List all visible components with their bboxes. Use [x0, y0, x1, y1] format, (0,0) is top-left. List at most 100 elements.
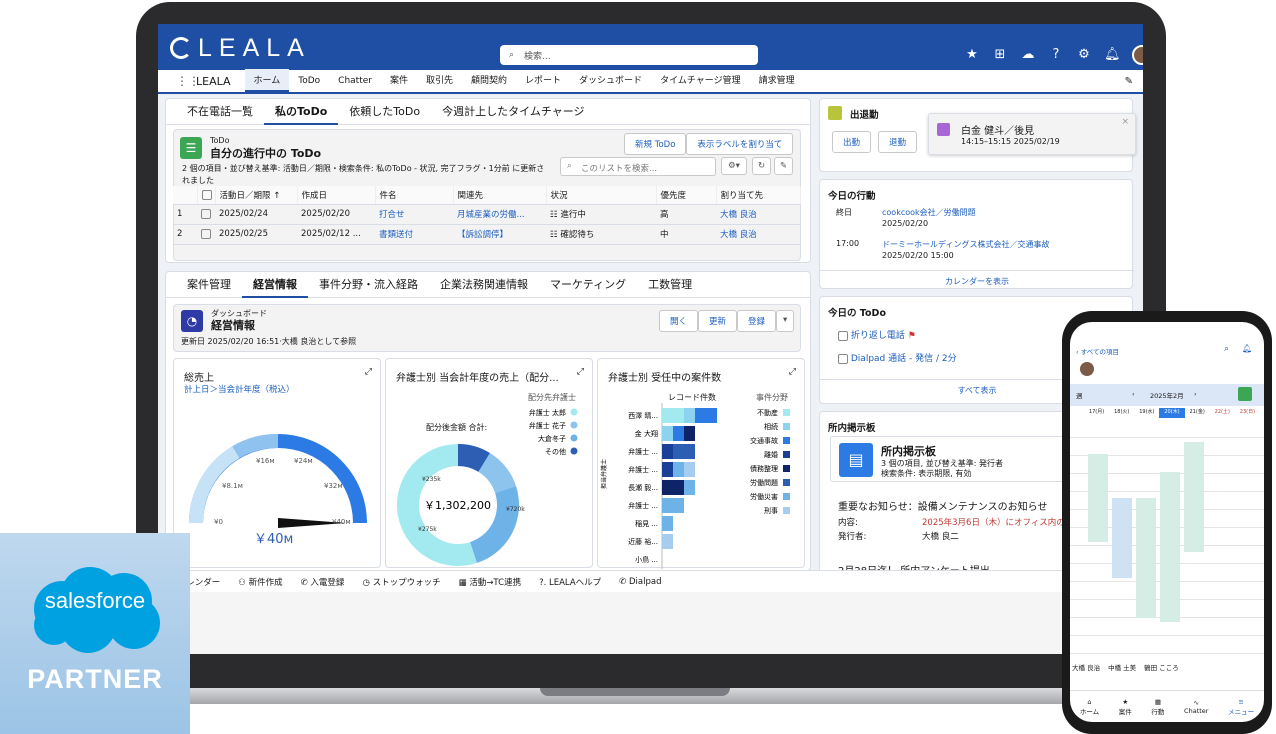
- bell-icon[interactable]: 🔔︎: [1104, 47, 1121, 63]
- phone-event[interactable]: [1088, 454, 1108, 542]
- close-icon[interactable]: ×: [1121, 117, 1129, 127]
- tab-weekly-timecharge[interactable]: 今週計上したタイムチャージ: [431, 99, 595, 125]
- col-subject[interactable]: 件名: [375, 186, 454, 205]
- utility-help[interactable]: ?. LEALAヘルプ: [530, 576, 610, 588]
- open-button[interactable]: 開く: [659, 310, 699, 332]
- calendar-group-icon[interactable]: [1238, 387, 1252, 401]
- utility-new-case[interactable]: ⚇ 新件作成: [229, 576, 291, 588]
- edit-nav-icon[interactable]: ✎: [1125, 76, 1133, 87]
- cell-owner-link[interactable]: 大橋 良治: [716, 224, 801, 245]
- row-checkbox[interactable]: [201, 208, 211, 219]
- phone-day-label[interactable]: 19(水): [1134, 408, 1159, 418]
- expand-icon[interactable]: ⤢: [577, 367, 584, 377]
- nav-billing[interactable]: 請求管理: [750, 69, 804, 93]
- help-icon[interactable]: ?: [1048, 47, 1064, 63]
- phone-tab-events[interactable]: ▦ 行動: [1151, 698, 1164, 716]
- expand-icon[interactable]: ⤢: [365, 367, 372, 377]
- nav-contracts[interactable]: 顧問契約: [462, 69, 516, 93]
- nav-chatter[interactable]: Chatter: [329, 69, 381, 93]
- utility-stopwatch[interactable]: ◷ ストップウォッチ: [353, 576, 449, 588]
- utility-activity-tc[interactable]: ▦ 活動→TC連携: [450, 576, 531, 588]
- tab-my-todo[interactable]: 私のToDo: [264, 99, 339, 125]
- assign-label-button[interactable]: 表示ラベルを割り当て: [686, 133, 794, 155]
- tab-marketing[interactable]: マーケティング: [539, 272, 637, 298]
- phone-day-label[interactable]: 22(土): [1210, 408, 1235, 418]
- tab-case-fields[interactable]: 事件分野・流入経路: [308, 272, 429, 298]
- nav-home[interactable]: ホーム: [244, 69, 290, 93]
- col-created[interactable]: 作成日: [297, 186, 376, 205]
- phone-tab-menu[interactable]: ≡ メニュー: [1228, 698, 1254, 716]
- row-checkbox[interactable]: [201, 228, 211, 239]
- list-search-input[interactable]: ⌕ このリストを検索...: [560, 157, 716, 176]
- col-owner[interactable]: 割り当て先: [716, 186, 801, 205]
- tab-corporate[interactable]: 企業法務関連情報: [429, 272, 539, 298]
- col-status[interactable]: 状況: [546, 186, 657, 205]
- nav-reports[interactable]: レポート: [516, 69, 570, 93]
- refresh-button[interactable]: ↻: [752, 157, 772, 175]
- phone-day-label[interactable]: 23(日): [1235, 408, 1260, 418]
- view-calendar-link[interactable]: カレンダーを表示: [820, 270, 1134, 287]
- favorites-icon[interactable]: ★: [964, 47, 980, 63]
- event-toast[interactable]: 白金 健斗／後見 14:15–15:15 2025/02/19 ×: [928, 113, 1136, 155]
- phone-event[interactable]: [1136, 498, 1156, 618]
- phone-event[interactable]: [1112, 498, 1132, 578]
- todo-item-link[interactable]: Dialpad 通話 - 発信 / 2分: [851, 354, 957, 364]
- phone-back-link[interactable]: ‹ すべての項目: [1076, 346, 1119, 356]
- utility-dialpad[interactable]: ✆ Dialpad: [610, 577, 670, 587]
- avatar[interactable]: [1132, 45, 1143, 65]
- tab-cases[interactable]: 案件管理: [176, 272, 242, 298]
- col-priority[interactable]: 優先度: [656, 186, 717, 205]
- cell-related-link[interactable]: 【訴訟調停】: [453, 224, 546, 245]
- cell-owner-link[interactable]: 大橋 良治: [716, 204, 801, 225]
- phone-event[interactable]: [1160, 472, 1180, 622]
- row-select[interactable]: [197, 204, 215, 225]
- search-icon[interactable]: ⌕: [1224, 344, 1229, 354]
- nav-dashboards[interactable]: ダッシュボード: [570, 69, 651, 93]
- nav-accounts[interactable]: 取引先: [417, 69, 462, 93]
- phone-view-select[interactable]: 週: [1076, 390, 1083, 400]
- tab-management[interactable]: 経営情報: [242, 272, 308, 298]
- nav-timecharge[interactable]: タイムチャージ管理: [651, 69, 750, 93]
- phone-tab-chatter[interactable]: ∿ Chatter: [1184, 699, 1208, 715]
- list-settings-button[interactable]: ⚙▾: [721, 157, 747, 175]
- new-todo-button[interactable]: 新規 ToDo: [624, 133, 687, 155]
- app-launcher-icon[interactable]: ⋮⋮: [176, 75, 200, 87]
- phone-tab-cases[interactable]: ★ 案件: [1119, 698, 1132, 716]
- trailhead-icon[interactable]: ☁: [1020, 47, 1036, 63]
- utility-incoming-call[interactable]: ✆ 入電登録: [292, 576, 354, 588]
- todo-item-link[interactable]: 折り返し電話: [851, 331, 905, 341]
- clock-in-button[interactable]: 出勤: [832, 131, 872, 153]
- col-due[interactable]: 活動日／期限 ↑: [215, 186, 298, 205]
- expand-icon[interactable]: ⤢: [789, 367, 796, 377]
- gear-icon[interactable]: ⚙: [1076, 47, 1092, 63]
- prev-icon[interactable]: ‹: [1132, 390, 1135, 398]
- event-link[interactable]: cookcook会社／労働問題: [882, 207, 976, 218]
- row-select[interactable]: [197, 224, 215, 245]
- next-icon[interactable]: ›: [1194, 390, 1197, 398]
- col-select[interactable]: [197, 186, 216, 205]
- cell-subject-link[interactable]: 打合せ: [375, 204, 453, 225]
- phone-day-label[interactable]: 21(金): [1185, 408, 1210, 418]
- cell-subject-link[interactable]: 書類送付: [375, 224, 453, 245]
- refresh-button[interactable]: 更新: [698, 310, 738, 332]
- subscribe-button[interactable]: 登録: [737, 310, 777, 332]
- tab-missed-calls[interactable]: 不在電話一覧: [176, 99, 264, 125]
- todo-checkbox[interactable]: [838, 353, 848, 364]
- phone-event[interactable]: [1184, 442, 1204, 552]
- phone-day-label[interactable]: 20(木): [1159, 408, 1185, 418]
- phone-day-label[interactable]: 17(月): [1084, 408, 1109, 418]
- add-icon[interactable]: ⊞: [992, 47, 1008, 63]
- phone-tab-home[interactable]: ⌂ ホーム: [1080, 698, 1099, 716]
- nav-cases[interactable]: 案件: [381, 69, 417, 93]
- nav-todo[interactable]: ToDo: [289, 69, 329, 93]
- global-search-input[interactable]: ⌕ 検索...: [500, 45, 758, 65]
- event-link[interactable]: ドーミーホールディングス株式会社／交通事故: [882, 239, 1049, 250]
- dashboard-menu-button[interactable]: ▾: [776, 310, 795, 332]
- phone-day-label[interactable]: 18(火): [1109, 408, 1134, 418]
- tab-workload[interactable]: 工数管理: [637, 272, 703, 298]
- bell-icon[interactable]: 🔔︎: [1242, 344, 1252, 353]
- select-all-checkbox[interactable]: [201, 189, 212, 200]
- cell-related-link[interactable]: 月城産業の労働...: [453, 204, 546, 225]
- edit-button[interactable]: ✎: [774, 157, 794, 175]
- todo-checkbox[interactable]: [838, 330, 848, 341]
